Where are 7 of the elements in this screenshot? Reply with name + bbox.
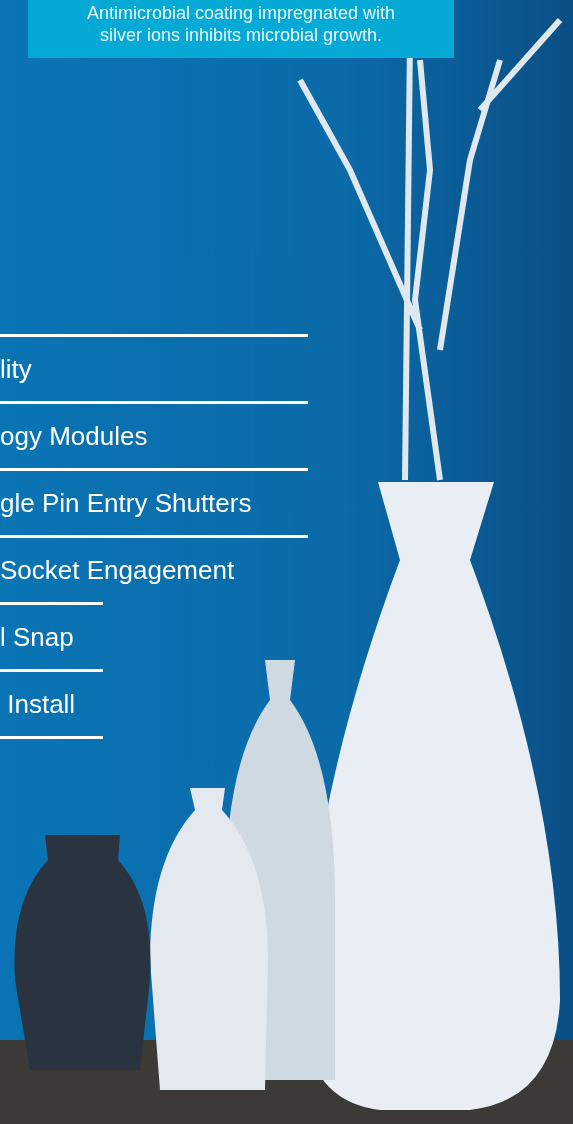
feature-label: l Snap (0, 624, 74, 650)
feature-label: gle Pin Entry Shutters (0, 490, 252, 516)
feature-label: lity (0, 356, 32, 382)
feature-label: Install (6, 691, 76, 717)
caption-text: Antimicrobial coating impregnated with silver ions inhibits microbial growth. (86, 3, 396, 45)
feature-label: Socket Engagement (0, 557, 235, 583)
feature-label: ogy Modules (0, 423, 148, 449)
